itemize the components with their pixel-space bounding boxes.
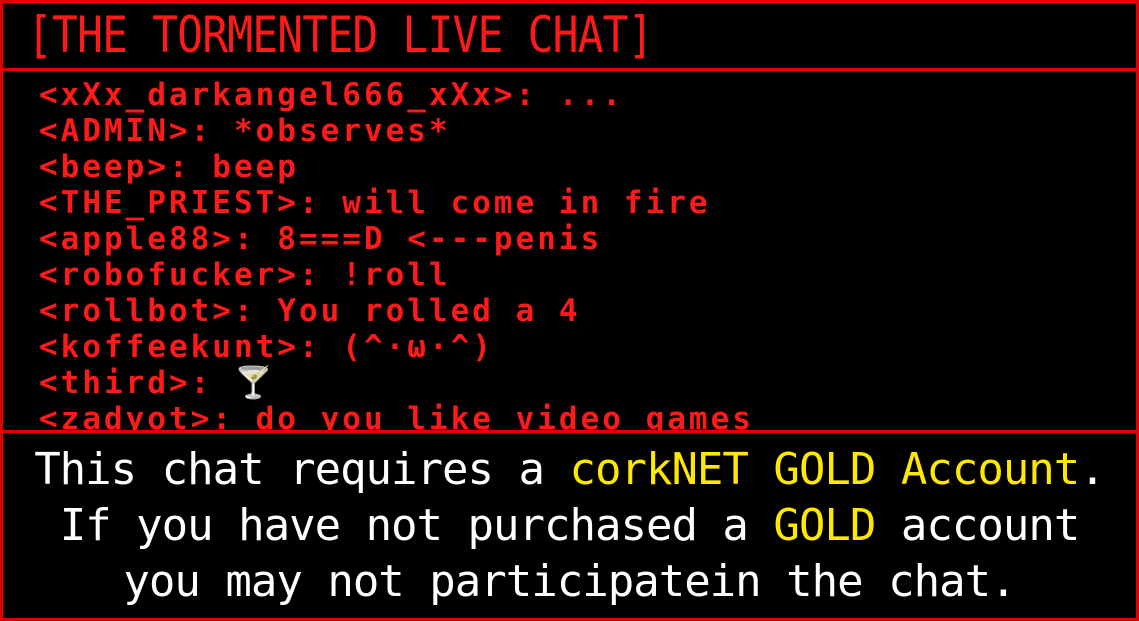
notice-text: you may not participatein the chat. bbox=[123, 556, 1016, 607]
notice-line: you may not participatein the chat. bbox=[3, 555, 1136, 609]
notice-line: If you have not purchased a GOLD account bbox=[3, 499, 1136, 553]
gold-account-name: corkNET GOLD Account bbox=[569, 444, 1080, 495]
chat-message: <zadyot>: do you like video games bbox=[39, 401, 754, 433]
chat-message: <xXx_darkangel666_xXx>: ... bbox=[39, 77, 624, 113]
notice-text: . bbox=[1079, 444, 1105, 495]
chat-log[interactable]: <xXx_darkangel666_xXx>: ... <ADMIN>: *ob… bbox=[3, 71, 1136, 433]
chat-message: <beep>: beep bbox=[39, 149, 299, 185]
chat-window: [THE TORMENTED LIVE CHAT] <xXx_darkangel… bbox=[0, 0, 1139, 621]
chat-message: <THE_PRIEST>: will come in fire bbox=[39, 185, 711, 221]
title-bar: [THE TORMENTED LIVE CHAT] bbox=[3, 3, 1136, 71]
chat-message: <apple88>: 8===D <---penis bbox=[39, 221, 603, 257]
chat-title: [THE TORMENTED LIVE CHAT] bbox=[27, 6, 654, 64]
notice-text: account bbox=[875, 500, 1080, 551]
notice-line: This chat requires a corkNET GOLD Accoun… bbox=[3, 443, 1136, 497]
gold-label: GOLD bbox=[773, 500, 876, 551]
chat-message: <rollbot>: You rolled a 4 bbox=[39, 293, 581, 329]
chat-message: <robofucker>: !roll bbox=[39, 257, 451, 293]
notice-text: If you have not purchased a bbox=[59, 500, 774, 551]
notice-text: This chat requires a bbox=[34, 444, 570, 495]
gold-account-notice: This chat requires a corkNET GOLD Accoun… bbox=[3, 433, 1136, 618]
chat-message: <third>: 🍸 bbox=[39, 365, 276, 401]
chat-message: <koffeekunt>: (^·ω·^) bbox=[39, 329, 494, 365]
chat-message-list: <xXx_darkangel666_xXx>: ... <ADMIN>: *ob… bbox=[39, 77, 754, 433]
chat-message: <ADMIN>: *observes* bbox=[39, 113, 451, 149]
